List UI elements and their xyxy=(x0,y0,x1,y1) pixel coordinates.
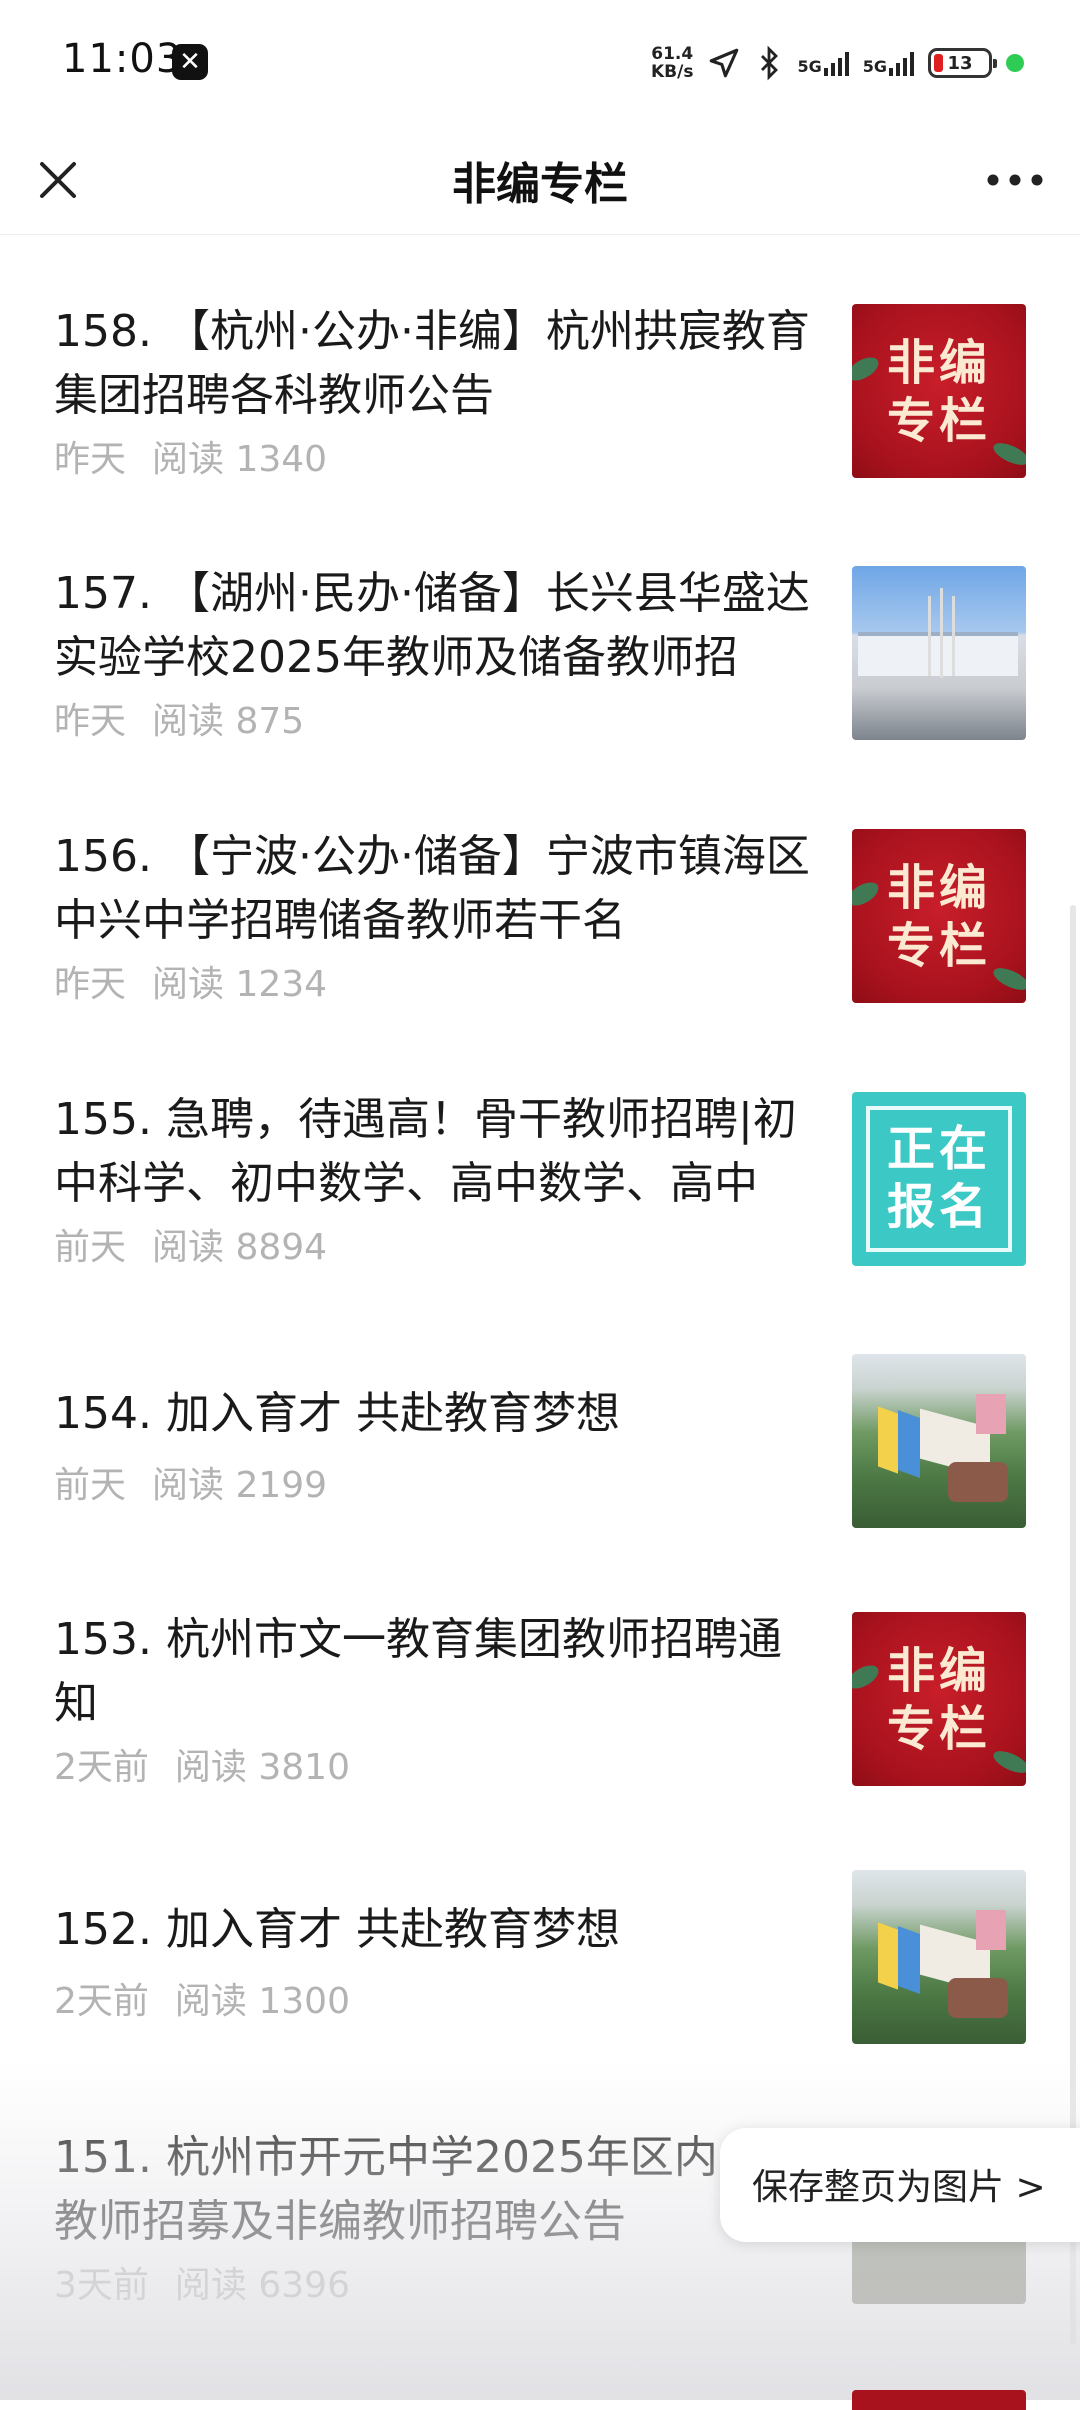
article-date: 2天前 xyxy=(54,1981,149,2022)
thumb-text: 非编 xyxy=(886,335,991,391)
nav-bar: 非编专栏 xyxy=(0,126,1080,235)
save-page-as-image-button[interactable]: 保存整页为图片 > xyxy=(720,2128,1080,2242)
network-speed-unit: KB/s xyxy=(651,62,694,82)
signal-1: 5G xyxy=(797,50,849,76)
article-meta: 前天 阅读 2199 xyxy=(54,1456,327,1508)
article-thumbnail xyxy=(852,1354,1026,1528)
save-page-label: 保存整页为图片 > xyxy=(752,2167,1046,2208)
signal-bars-icon xyxy=(889,50,914,76)
article-thumbnail xyxy=(852,1870,1026,2044)
network-speed-value: 61.4 xyxy=(651,44,694,64)
thumb-text: 非编 xyxy=(886,1643,991,1699)
article-thumbnail: 非编 专栏 xyxy=(852,829,1026,1003)
article-title: 154. 加入育才 共赴教育梦想 xyxy=(54,1388,620,1439)
camera-indicator-dot xyxy=(1006,54,1024,72)
article-title: 155. 急聘，待遇高！骨干教师招聘|初中科学、初中数学、高中数学、高中 xyxy=(54,1094,797,1209)
article-meta: 昨天 阅读 1340 xyxy=(54,430,327,482)
article-meta: 2天前 阅读 3810 xyxy=(54,1738,350,1790)
article-date: 前天 xyxy=(54,1227,127,1268)
article-date: 昨天 xyxy=(54,964,127,1005)
article-title: 156. 【宁波·公办·储备】宁波市镇海区中兴中学招聘储备教师若干名 xyxy=(54,831,810,946)
thumb-text: 专栏 xyxy=(886,1701,991,1757)
status-time: 11:03 xyxy=(62,36,183,82)
article-title: 158. 【杭州·公办·非编】杭州拱宸教育集团招聘各科教师公告 xyxy=(54,306,810,421)
thumb-text: 报名 xyxy=(886,1179,991,1235)
page-title: 非编专栏 xyxy=(452,159,628,210)
status-icons: 61.4 KB/s 5G 5G 13 xyxy=(651,38,1024,88)
article-date: 3天前 xyxy=(54,2265,149,2306)
article-reads: 阅读 1234 xyxy=(152,964,328,1005)
article-reads: 阅读 2199 xyxy=(152,1465,328,1506)
bluetooth-icon xyxy=(761,45,779,81)
more-icon[interactable] xyxy=(980,152,1050,208)
signal-2-label: 5G xyxy=(862,57,887,76)
notification-app-icon: ✕ xyxy=(172,44,208,80)
article-reads: 阅读 1340 xyxy=(152,439,328,480)
thumb-text: 专栏 xyxy=(886,918,991,974)
article-date: 2天前 xyxy=(54,1747,149,1788)
status-bar: 11:03 ✕ 61.4 KB/s 5G 5G 13 xyxy=(0,0,1080,126)
article-meta: 2天前 阅读 1300 xyxy=(54,1972,350,2024)
signal-2: 5G xyxy=(863,50,914,76)
article-meta: 前天 阅读 8894 xyxy=(54,1218,327,1270)
article-reads: 阅读 1300 xyxy=(174,1981,350,2022)
network-speed: 61.4 KB/s xyxy=(651,45,693,81)
signal-bars-icon xyxy=(823,50,849,76)
battery-level: 13 xyxy=(947,52,973,74)
article-title: 152. 加入育才 共赴教育梦想 xyxy=(54,1904,620,1955)
thumb-text: 专栏 xyxy=(886,393,991,449)
article-reads: 阅读 8894 xyxy=(152,1227,328,1268)
article-meta: 昨天 阅读 875 xyxy=(54,692,304,744)
article-thumbnail-partial xyxy=(852,2390,1026,2410)
article-title: 151. 杭州市开元中学2025年区内教师招募及非编教师招聘公告 xyxy=(54,2132,718,2247)
signal-1-label: 5G xyxy=(797,57,822,76)
location-icon xyxy=(710,48,739,78)
article-thumbnail xyxy=(852,566,1026,740)
article-thumbnail: 非编 专栏 xyxy=(852,1612,1026,1786)
article-title: 153. 杭州市文一教育集团教师招聘通知 xyxy=(54,1614,782,1729)
article-reads: 阅读 875 xyxy=(152,701,305,742)
article-thumbnail: 正在 报名 xyxy=(852,1092,1026,1266)
battery-icon: 13 xyxy=(928,48,997,78)
article-date: 昨天 xyxy=(54,701,127,742)
thumb-text: 正在 xyxy=(886,1121,991,1177)
article-thumbnail: 非编 专栏 xyxy=(852,304,1026,478)
article-date: 昨天 xyxy=(54,439,127,480)
article-date: 前天 xyxy=(54,1465,127,1506)
article-meta: 3天前 阅读 6396 xyxy=(54,2256,350,2308)
article-reads: 阅读 6396 xyxy=(174,2265,350,2306)
thumb-text: 非编 xyxy=(886,860,991,916)
article-meta: 昨天 阅读 1234 xyxy=(54,955,327,1007)
article-reads: 阅读 3810 xyxy=(174,1747,350,1788)
article-title: 157. 【湖州·民办·储备】长兴县华盛达实验学校2025年教师及储备教师招 xyxy=(54,568,810,683)
